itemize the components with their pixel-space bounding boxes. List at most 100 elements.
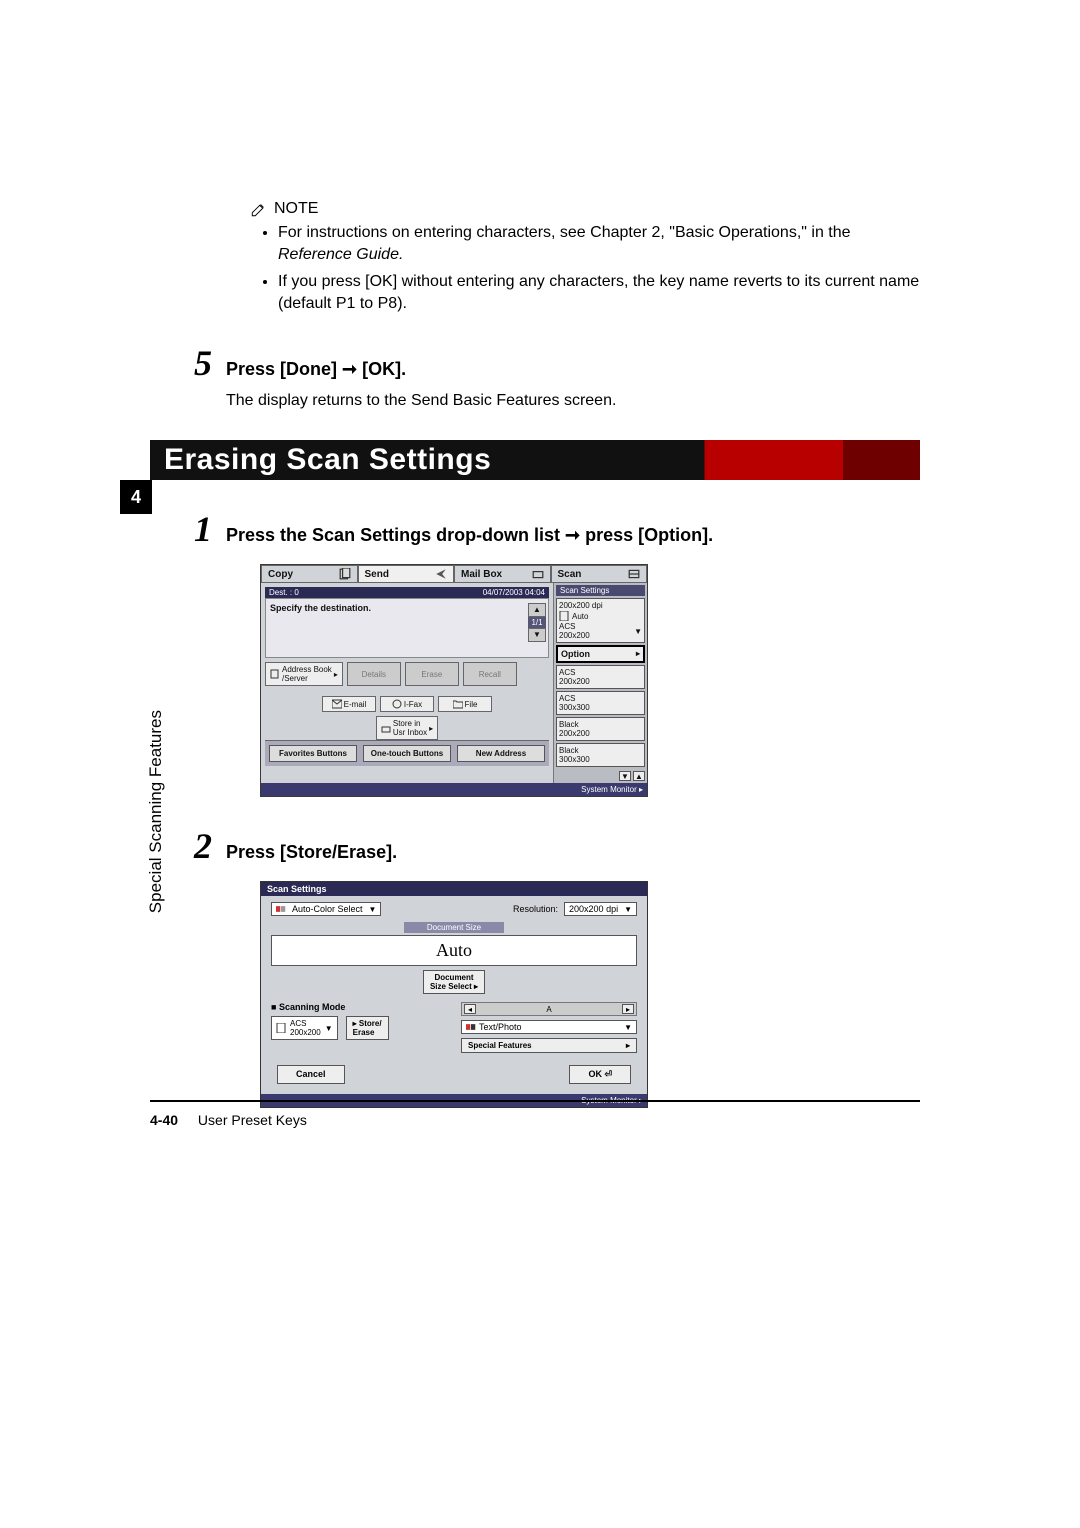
preset-acs-200[interactable]: ACS 200x200 [556,665,645,689]
email-button[interactable]: E-mail [322,696,376,712]
note-label: NOTE [274,200,318,218]
footer-rule [150,1100,920,1102]
send-screen-screenshot: Copy Send Mail Box Scan [260,564,648,797]
scan-settings-title: Scan Settings [261,882,647,896]
preset-bw-200[interactable]: Black 200x200 [556,717,645,741]
note-bullet-2: If you press [OK] without entering any c… [278,271,920,314]
preset-acs-300[interactable]: ACS 300x300 [556,691,645,715]
original-type-dropdown[interactable]: Text/Photo ▼ [461,1020,637,1034]
darker-icon[interactable]: ▸ [622,1004,634,1014]
chevron-right-icon: ▸ [353,1019,357,1028]
document-size-label: Document Size [404,922,504,933]
mailbox-icon [532,568,544,580]
resolution-dropdown[interactable]: 200x200 dpi ▼ [564,902,637,916]
chevron-down-icon: ▼ [634,627,642,636]
textphoto-icon [466,1022,476,1032]
ok-button[interactable]: OK ⏎ [569,1065,631,1084]
book-icon [270,669,280,679]
details-button: Details [347,662,401,686]
step-2: 2 Press [Store/Erase]. Scan Settings Aut… [220,825,920,1108]
envelope-icon [332,699,342,709]
color-swatch-icon [276,904,286,914]
step-1: 1 Press the Scan Settings drop-down list… [220,508,920,797]
scanning-mode-dropdown[interactable]: ACS 200x200 ▼ [271,1016,338,1040]
chevron-right-icon: ▸ [626,1041,630,1050]
page-icon [559,611,569,621]
section-banner-text: Erasing Scan Settings [164,443,491,477]
page-down-icon[interactable]: ▼ [619,771,631,781]
recall-button: Recall [463,662,517,686]
chapter-number: 4 [131,487,141,508]
density-a: A [546,1005,551,1014]
option-button[interactable]: Option ▸ [556,645,645,663]
ifax-button[interactable]: I-Fax [380,696,434,712]
density-slider[interactable]: ◂ A ▸ [461,1002,637,1016]
page-count: 1/1 [528,617,546,628]
system-monitor-bar[interactable]: System Monitor ▸ [261,783,647,796]
chevron-down-icon: ▼ [624,905,632,914]
status-dest: Dest. : 0 [269,588,299,597]
lighter-icon[interactable]: ◂ [464,1004,476,1014]
chevron-right-icon: ▸ [636,649,640,659]
status-datetime: 04/07/2003 04:04 [483,588,545,597]
erase-button: Erase [405,662,459,686]
scroll-up-button[interactable]: ▲ [528,603,546,617]
scan-settings-summary: 200x200 dpi Auto ACS 200x200 ▼ [556,598,645,643]
store-inbox-button[interactable]: Store in Usr Inbox ▸ [376,716,438,740]
chevron-down-icon: ▼ [325,1024,333,1033]
page-number: 4-40 [150,1112,178,1128]
page-up-icon[interactable]: ▲ [633,771,645,781]
new-address-button[interactable]: New Address [457,745,545,762]
step-number-1: 1 [184,508,212,550]
chapter-number-block: 4 [120,480,152,514]
color-mode-dropdown[interactable]: Auto-Color Select ▼ [271,902,381,916]
scan-settings-screenshot: Scan Settings Auto-Color Select ▼ Resolu… [260,881,648,1108]
folder-icon [453,699,463,709]
tab-copy[interactable]: Copy [261,565,358,583]
step-5: 5 Press [Done] ➞ [OK]. The display retur… [220,342,920,410]
step-number-5: 5 [184,342,212,384]
cancel-button[interactable]: Cancel [277,1065,345,1084]
note-block: NOTE For instructions on entering charac… [250,200,920,314]
scan-settings-panel-title: Scan Settings [556,585,645,596]
file-button[interactable]: File [438,696,492,712]
chevron-down-icon: ▼ [369,905,377,914]
chevron-right-icon: ▸ [334,670,338,679]
note-bullet-1: For instructions on entering characters,… [278,222,920,265]
special-features-button[interactable]: Special Features ▸ [461,1038,637,1053]
document-size-value: Auto [271,935,637,966]
copy-icon [339,568,351,580]
inbox-icon [381,723,391,733]
scanning-mode-label: ■ Scanning Mode [271,1002,447,1012]
step-2-title: Press [Store/Erase]. [226,842,397,863]
favorites-buttons[interactable]: Favorites Buttons [269,745,357,762]
chevron-right-icon: ▸ [639,785,643,794]
document-size-select-button[interactable]: Document Size Select ▸ [423,970,485,994]
scroll-down-button[interactable]: ▼ [528,628,546,642]
tab-scan[interactable]: Scan [551,565,648,583]
scan-icon [628,568,640,580]
store-erase-button[interactable]: ▸ Store/ Erase [346,1016,389,1040]
pencil-icon [250,200,268,218]
reference-guide-italic: Reference Guide. [278,246,403,263]
destination-area: Specify the destination. ▲ 1/1 ▼ [265,598,549,658]
tab-mailbox[interactable]: Mail Box [454,565,551,583]
page-icon [276,1023,286,1033]
onetouch-buttons[interactable]: One-touch Buttons [363,745,451,762]
tab-send[interactable]: Send [358,565,455,583]
step-number-2: 2 [184,825,212,867]
step-5-body: The display returns to the Send Basic Fe… [226,392,920,410]
section-banner: Erasing Scan Settings [150,440,920,480]
preset-bw-300[interactable]: Black 300x300 [556,743,645,767]
globe-icon [392,699,402,709]
footer-section-name: User Preset Keys [198,1112,307,1128]
step-5-title: Press [Done] ➞ [OK]. [226,359,406,380]
page-footer: 4-40 User Preset Keys [150,1100,920,1128]
chevron-down-icon: ▼ [624,1023,632,1032]
specify-destination-text: Specify the destination. [270,603,544,613]
step-1-title: Press the Scan Settings drop-down list ➞… [226,525,713,546]
send-icon [435,568,447,580]
return-icon: ⏎ [604,1069,612,1079]
address-book-button[interactable]: Address Book /Server ▸ [265,662,343,686]
resolution-label: Resolution: [513,904,558,914]
